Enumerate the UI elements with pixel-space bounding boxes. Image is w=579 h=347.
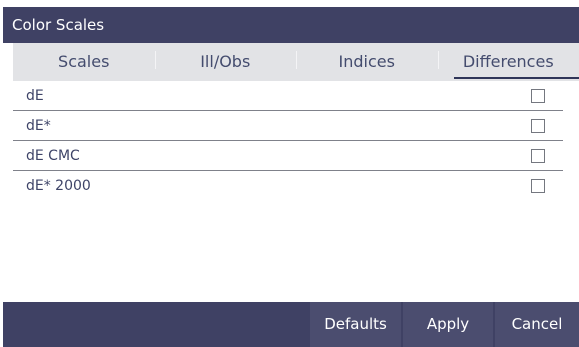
row-label: dE CMC [26,148,80,164]
tab-differences[interactable]: Differences [437,43,579,81]
defaults-button[interactable]: Defaults [310,302,401,347]
de-star-checkbox[interactable] [531,119,545,133]
row-label: dE* 2000 [26,178,91,194]
active-tab-indicator [453,77,579,79]
row-label: dE [26,88,44,104]
de-checkbox[interactable] [531,89,545,103]
list-item-de-star: dE* [13,111,563,141]
apply-button[interactable]: Apply [403,302,493,347]
dialog-title: Color Scales [3,7,579,43]
tab-label: Differences [462,52,554,71]
de-cmc-checkbox[interactable] [531,149,545,163]
list-item-de-cmc: dE CMC [13,141,563,171]
tab-ill-obs[interactable]: Ill/Obs [154,43,297,81]
color-scales-dialog: Color Scales Scales Ill/Obs Indices Diff… [3,7,579,347]
tab-label: Ill/Obs [200,52,251,71]
tab-bar: Scales Ill/Obs Indices Differences [13,43,579,81]
tab-indices[interactable]: Indices [296,43,438,81]
dialog-footer: Defaults Apply Cancel [3,302,579,347]
cancel-button[interactable]: Cancel [495,302,579,347]
tab-scales[interactable]: Scales [13,43,155,81]
tab-label: Scales [58,52,110,71]
list-item-de-star-2000: dE* 2000 [13,171,563,201]
de-star-2000-checkbox[interactable] [531,179,545,193]
row-label: dE* [26,118,51,134]
tab-label: Indices [338,52,395,71]
difference-scales-list: dE dE* dE CMC dE* 2000 [13,81,563,201]
list-item-de: dE [13,81,563,111]
